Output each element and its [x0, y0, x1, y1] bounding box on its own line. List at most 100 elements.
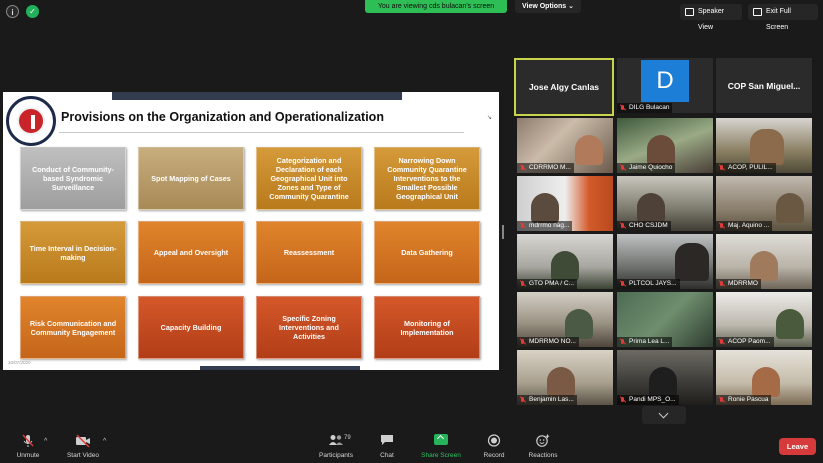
meeting-toolbar: Unmute ^ Start Video ^ 79 Participants C…	[0, 428, 823, 463]
participant-name-label: DILG Bulacan	[617, 103, 673, 113]
mic-muted-icon	[520, 165, 526, 171]
participant-name: CHO CSJDM	[629, 222, 668, 229]
provision-box: Appeal and Oversight	[138, 221, 244, 284]
participant-figure	[531, 193, 559, 223]
mic-muted-icon	[520, 397, 526, 403]
record-button[interactable]: Record	[480, 428, 508, 463]
participant-name: ACOP, PULIL...	[728, 164, 773, 171]
participant-tile[interactable]: Jaime Quiocho	[617, 118, 713, 173]
mic-muted-icon	[620, 339, 626, 345]
participant-tile[interactable]: MDRRMO	[716, 234, 812, 289]
participant-tile[interactable]: CHO CSJDM	[617, 176, 713, 231]
provision-box: Spot Mapping of Cases	[138, 147, 244, 210]
participant-figure	[637, 193, 665, 223]
audio-options-caret-icon[interactable]: ^	[44, 438, 47, 445]
info-icon[interactable]: i	[6, 5, 19, 18]
unmute-button[interactable]: Unmute	[8, 428, 48, 463]
participant-tile[interactable]: MDRRMO NO...	[517, 292, 613, 347]
share-screen-button[interactable]: Share Screen	[418, 428, 464, 463]
participant-name-label: CHO CSJDM	[617, 221, 671, 231]
mic-muted-icon	[620, 281, 626, 287]
participant-name-label: CDRRMO M...	[517, 163, 574, 173]
participant-name-label: MDRRMO NO...	[517, 337, 579, 347]
participants-count: 79	[344, 435, 351, 441]
participant-name-label: mdrrmo nag...	[517, 221, 573, 231]
slide-date: 10/07/2020	[8, 360, 31, 365]
reactions-button[interactable]: Reactions	[524, 428, 562, 463]
provision-box: Reassessment	[256, 221, 362, 284]
provision-box: Narrowing Down Community Quarantine Inte…	[374, 147, 480, 210]
smiley-plus-icon	[536, 434, 550, 447]
resize-handle[interactable]	[502, 225, 504, 239]
exit-full-screen-icon	[753, 8, 762, 16]
participant-name: ACOP Paom...	[728, 338, 771, 345]
participant-name: COP San Miguel...	[727, 80, 801, 91]
participant-tile[interactable]: CDRRMO M...	[517, 118, 613, 173]
participant-figure	[750, 251, 778, 281]
shield-check-icon[interactable]: ✓	[26, 5, 39, 18]
participant-name-label: ACOP, PULIL...	[716, 163, 776, 173]
participant-tile[interactable]: PLTCOL JAYS...	[617, 234, 713, 289]
provision-box: Risk Communication and Community Engagem…	[20, 296, 126, 359]
participant-figure	[649, 367, 677, 397]
participant-figure	[776, 309, 804, 339]
participant-tile[interactable]: mdrrmo nag...	[517, 176, 613, 231]
slide-footer-bar	[200, 366, 360, 370]
title-divider	[59, 132, 464, 133]
task-force-seal-logo	[6, 96, 56, 146]
participant-name-label: Ronie Pascua	[716, 395, 772, 405]
participant-tile[interactable]: Jose Algy Canlas	[514, 58, 614, 116]
participant-tile[interactable]: Pandi MPS_O...	[617, 350, 713, 405]
participant-name-label: ACOP Paom...	[716, 337, 774, 347]
start-video-label: Start Video	[66, 452, 100, 459]
chat-button[interactable]: Chat	[374, 428, 400, 463]
mic-muted-icon	[520, 223, 526, 229]
participant-tile[interactable]: Ronie Pascua	[716, 350, 812, 405]
participant-tile[interactable]: Maj. Aquino ...	[716, 176, 812, 231]
provision-box: Specific Zoning Interventions and Activi…	[256, 296, 362, 359]
exit-full-screen-button[interactable]: Exit Full Screen	[748, 4, 818, 31]
participant-name: DILG Bulacan	[629, 104, 670, 111]
participant-name: GTO PMA / C...	[529, 280, 575, 287]
reactions-label: Reactions	[528, 452, 558, 459]
slide-header-bar	[112, 92, 402, 100]
participant-figure	[750, 129, 784, 165]
participant-avatar: D	[641, 60, 689, 102]
participant-name-label: Pandi MPS_O...	[617, 395, 679, 405]
speaker-view-button[interactable]: Speaker View	[680, 4, 742, 31]
provision-box: Capacity Building	[138, 296, 244, 359]
mic-muted-icon	[620, 397, 626, 403]
provision-box: Data Gathering	[374, 221, 480, 284]
shared-screen-slide: Provisions on the Organization and Opera…	[3, 92, 499, 370]
share-screen-label: Share Screen	[421, 452, 461, 459]
participants-button[interactable]: 79 Participants	[316, 428, 356, 463]
provision-box: Conduct of Community-based Syndromic Sur…	[20, 147, 126, 210]
share-screen-icon	[434, 434, 448, 445]
participant-name-label: Prima Lea L...	[617, 337, 673, 347]
participant-tile[interactable]: COP San Miguel...	[716, 58, 812, 113]
participant-name: Pandi MPS_O...	[629, 396, 676, 403]
view-options-button[interactable]: View Options ⌄	[515, 0, 581, 13]
participant-tile[interactable]: ACOP Paom...	[716, 292, 812, 347]
chevron-down-icon: ⌄	[568, 3, 575, 10]
speaker-view-icon	[685, 8, 694, 16]
participant-tile[interactable]: D DILG Bulacan	[617, 58, 713, 113]
participant-name: mdrrmo nag...	[529, 222, 570, 229]
participant-name: Maj. Aquino ...	[728, 222, 770, 229]
seal-emblem	[17, 107, 45, 135]
cursor-icon: ↘	[487, 115, 493, 121]
participant-name: Benjamin Las...	[529, 396, 574, 403]
participant-figure	[575, 135, 603, 165]
video-options-caret-icon[interactable]: ^	[103, 438, 106, 445]
participant-figure	[752, 367, 780, 397]
record-icon	[487, 434, 501, 447]
participant-tile[interactable]: GTO PMA / C...	[517, 234, 613, 289]
participant-name-label: MDRRMO	[716, 279, 761, 289]
participant-tile[interactable]: ACOP, PULIL...	[716, 118, 812, 173]
start-video-button[interactable]: Start Video	[62, 428, 104, 463]
gallery-scroll-down-button[interactable]	[642, 406, 686, 424]
leave-meeting-button[interactable]: Leave	[779, 438, 816, 455]
participant-tile[interactable]: Benjamin Las...	[517, 350, 613, 405]
mic-muted-icon	[719, 397, 725, 403]
participant-tile[interactable]: Prima Lea L...	[617, 292, 713, 347]
